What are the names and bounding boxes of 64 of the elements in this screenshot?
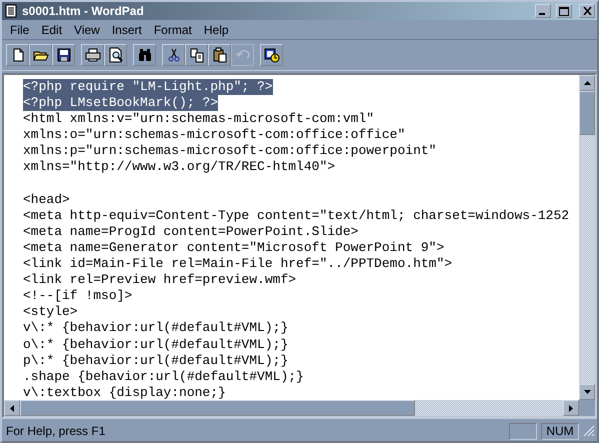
status-panel — [509, 422, 537, 440]
window-title: s0001.htm - WordPad — [22, 4, 145, 18]
copy-button[interactable] — [185, 44, 208, 66]
magnifier-page-icon — [108, 47, 124, 63]
close-icon — [582, 7, 592, 15]
resize-grip-icon[interactable] — [583, 425, 595, 437]
code-line: <meta http-equiv=Content-Type content="text/html; charset=windows-1252 — [23, 208, 570, 224]
menu-item[interactable]: File — [4, 22, 36, 36]
status-text: For Help, press F1 — [5, 424, 106, 438]
date-time-button[interactable] — [260, 44, 283, 66]
code-line: p\:* {behavior:url(#default#VML);} — [23, 352, 288, 369]
menu-item[interactable]: Edit — [35, 22, 68, 36]
code-line: .shape {behavior:url(#default#VML);} — [23, 368, 304, 385]
document-text-area[interactable] — [4, 75, 579, 400]
right-arrow-icon — [569, 404, 573, 412]
left-arrow-icon — [10, 404, 14, 412]
code-line: o\:* {behavior:url(#default#VML);} — [23, 336, 288, 353]
calendar-clock-icon — [264, 47, 280, 63]
copy-icon — [188, 47, 204, 63]
print-button[interactable] — [81, 44, 104, 66]
scrollbar-thumb[interactable] — [20, 400, 415, 416]
horizontal-scrollbar[interactable] — [4, 400, 579, 416]
notepad-icon — [4, 4, 18, 18]
maximize-icon — [559, 6, 569, 16]
status-indicator: NUM — [541, 422, 579, 440]
close-button[interactable] — [579, 4, 595, 18]
code-line: <style> — [23, 304, 78, 320]
printer-icon — [84, 47, 100, 63]
code-line: <!--[if !mso]> — [23, 288, 132, 304]
save-button[interactable] — [52, 44, 75, 66]
code-line: xmlns:o="urn:schemas-microsoft-com:office:office" — [23, 127, 406, 144]
binoculars-icon — [136, 47, 152, 63]
paste-button[interactable] — [208, 44, 231, 66]
scroll-left-button[interactable] — [4, 400, 20, 416]
scissors-icon — [166, 47, 182, 63]
code-line: <meta name=Generator content="Microsoft PowerPoint 9"> — [23, 240, 444, 256]
menu-item[interactable]: Format — [148, 22, 198, 36]
menu-item[interactable]: Help — [198, 22, 235, 36]
vertical-scrollbar[interactable] — [579, 75, 595, 400]
new-button[interactable] — [6, 44, 29, 66]
scroll-right-button[interactable] — [563, 400, 579, 416]
scroll-down-button[interactable] — [579, 384, 595, 400]
code-line: v\:* {behavior:url(#default#VML);} — [23, 320, 288, 336]
code-line: <html xmlns:v="urn:schemas-microsoft-com:vml" — [23, 111, 374, 128]
cut-button[interactable] — [162, 44, 185, 66]
code-line: <head> — [23, 192, 70, 208]
menu-item[interactable]: Insert — [106, 22, 148, 36]
up-arrow-icon — [584, 81, 590, 85]
scroll-up-button[interactable] — [579, 75, 595, 91]
code-line: <link id=Main-File rel=Main-File href="../PPTDemo.htm"> — [23, 256, 452, 272]
code-line: <meta name=ProgId content=PowerPoint.Slide> — [23, 224, 358, 240]
clipboard-icon — [212, 47, 228, 63]
minimize-button[interactable] — [535, 4, 551, 18]
code-line: xmlns="http://www.w3.org/TR/REC-html40"> — [23, 159, 336, 176]
print-preview-button[interactable] — [104, 44, 127, 66]
menu-item[interactable]: View — [68, 22, 106, 36]
maximize-button[interactable] — [556, 4, 572, 18]
find-button[interactable] — [133, 44, 156, 66]
code-line: v\:textbox {display:none;} — [23, 384, 226, 400]
code-line: xmlns:p="urn:schemas-microsoft-com:office:powerpoint" — [23, 143, 436, 160]
scrollbar-thumb[interactable] — [579, 91, 595, 135]
code-line: <link rel=Preview href=preview.wmf> — [23, 272, 296, 288]
down-arrow-icon — [584, 390, 590, 394]
open-button[interactable] — [29, 44, 52, 66]
